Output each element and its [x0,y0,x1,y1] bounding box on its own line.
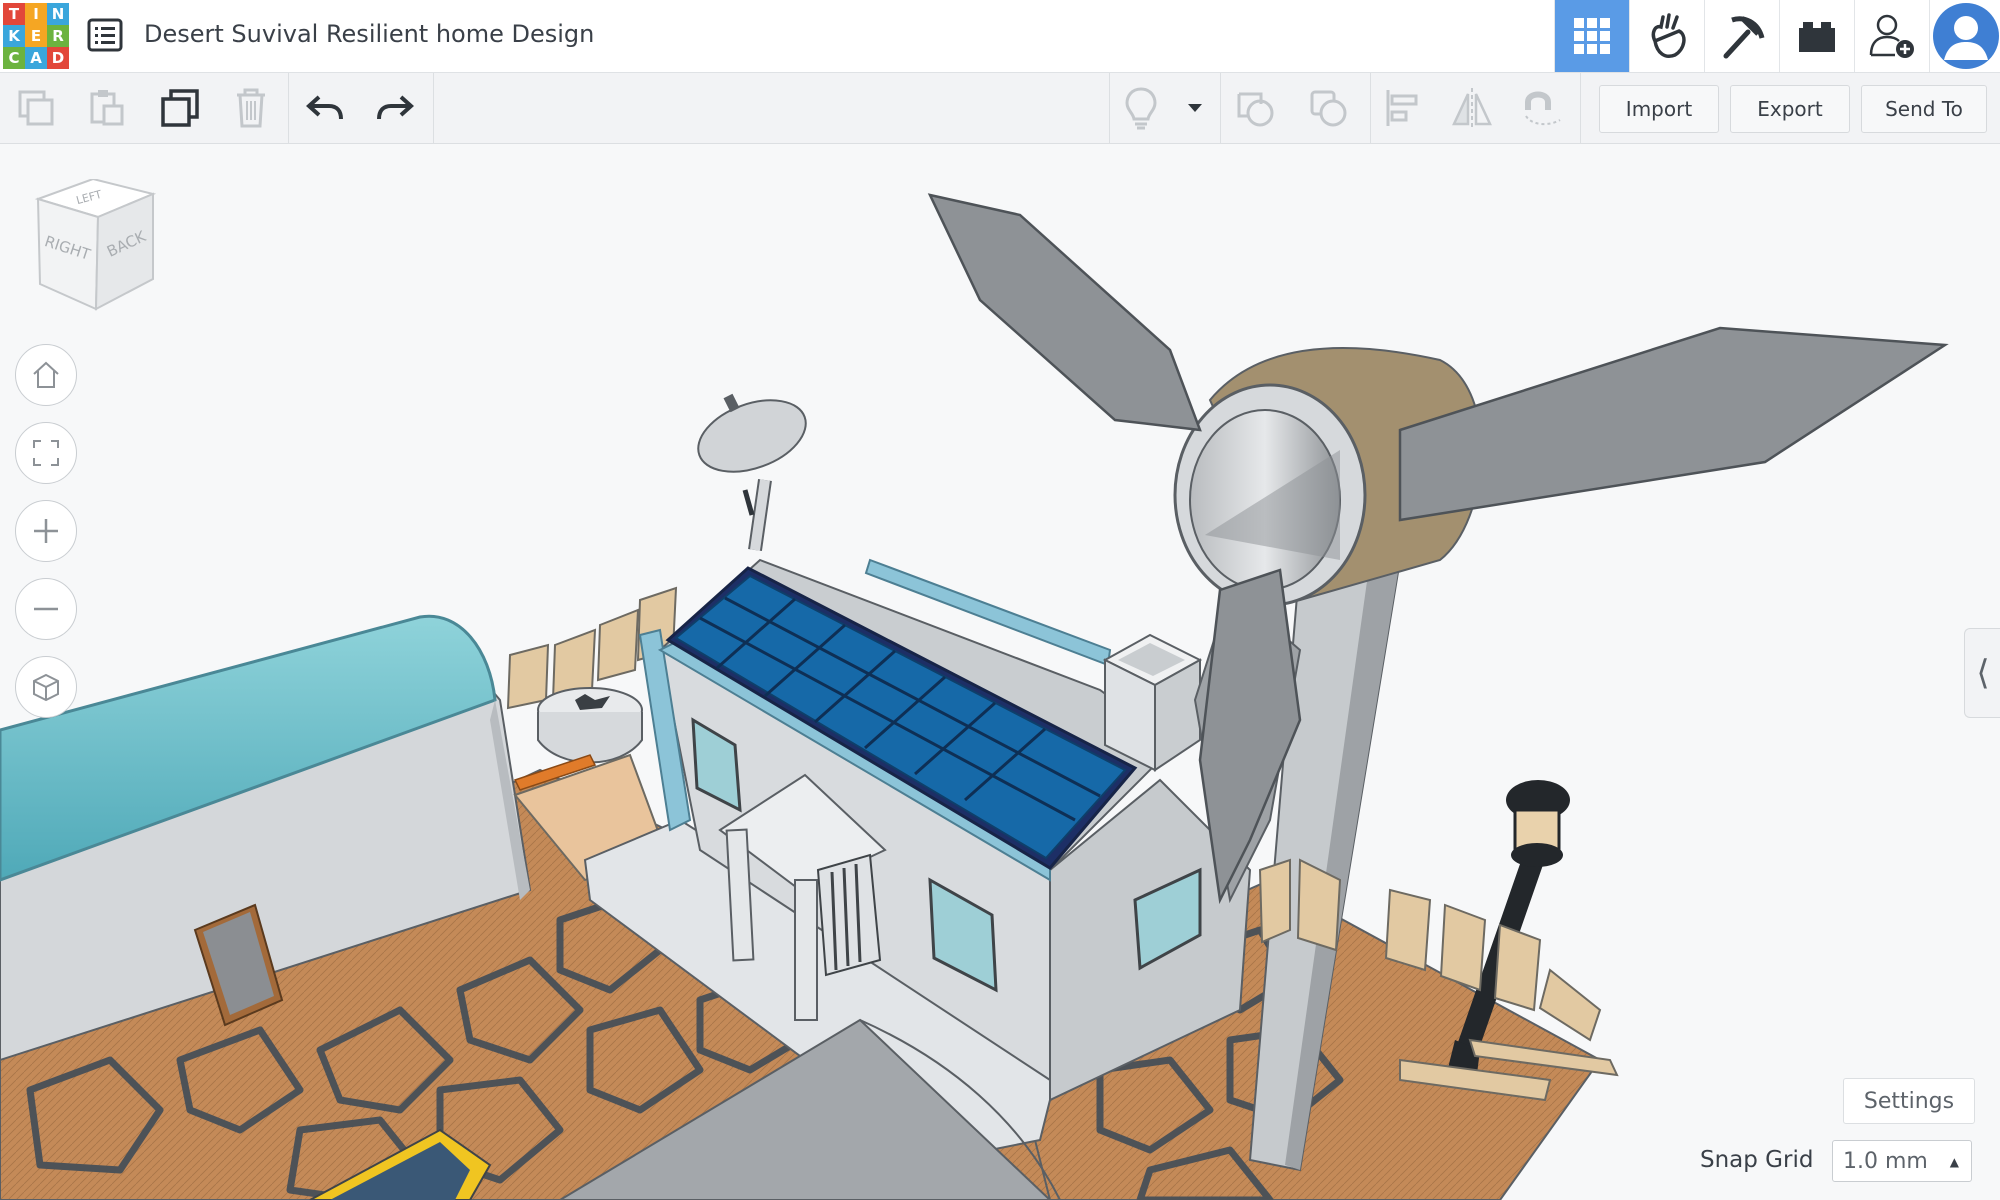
ungroup-icon [1310,90,1347,127]
satellite-dish[interactable] [688,387,815,551]
home-view-button[interactable] [15,344,77,406]
show-all-dropdown[interactable] [1170,83,1220,133]
zoom-in-button[interactable] [15,500,77,562]
avatar-icon [1932,3,1999,69]
mode-codeblocks-button[interactable] [1704,0,1779,72]
logo-letter: K [3,25,25,47]
copy-button[interactable] [10,83,62,133]
scene-3d[interactable] [0,144,2000,1200]
paste-button[interactable] [80,83,132,133]
mode-bricks-button[interactable] [1779,0,1854,72]
duplicate-icon [161,89,199,127]
snap-grid-value: 1.0 mm [1843,1148,1928,1174]
water-tank[interactable] [537,687,643,764]
undo-button[interactable] [299,83,351,133]
lightbulb-icon [1125,87,1157,130]
tinkercad-logo[interactable]: T I N K E R C A D [3,3,69,69]
settings-button[interactable]: Settings [1843,1078,1975,1124]
hand-icon [1651,13,1686,58]
logo-letter: C [3,47,25,69]
minus-icon [34,607,58,611]
logo-letter: E [25,25,47,47]
perspective-button[interactable] [15,656,77,718]
snap-grid-select[interactable]: 1.0 mm ▲ [1832,1140,1972,1182]
delete-button[interactable] [225,83,277,133]
design-list-button[interactable] [86,16,124,54]
chevron-left-icon: ⟨ [1976,653,1990,693]
pickaxe-icon [1723,16,1765,59]
workplane-canvas[interactable]: LEFT RIGHT BACK ⟨ [0,144,2000,1200]
group-button[interactable] [1229,83,1281,133]
top-bar: T I N K E R C A D Desert Suvival Resilie… [0,0,2000,73]
duplicate-button[interactable] [154,83,206,133]
cruise-button[interactable] [1516,83,1568,133]
redo-icon [377,95,414,120]
magnet-icon [1525,91,1561,126]
mode-3d-design-button[interactable] [1554,0,1629,72]
mode-circuits-button[interactable] [1629,0,1704,72]
design-title[interactable]: Desert Suvival Resilient home Design [144,20,594,48]
logo-letter: R [47,25,69,47]
send-to-button[interactable]: Send To [1861,85,1987,133]
logo-letter: N [47,3,69,25]
undo-icon [306,95,343,120]
import-button[interactable]: Import [1599,85,1719,133]
align-button[interactable] [1376,83,1428,133]
plus-icon [34,519,58,543]
zoom-out-button[interactable] [15,578,77,640]
mirror-icon [1452,88,1492,128]
logo-letter: A [25,47,47,69]
logo-letter: T [3,3,25,25]
brick-icon [1799,22,1835,52]
list-icon [87,18,123,52]
caret-up-icon: ▲ [1949,1155,1959,1169]
fit-icon [33,440,59,466]
fit-view-button[interactable] [15,422,77,484]
redo-button[interactable] [369,83,421,133]
logo-letter: D [47,47,69,69]
ungroup-button[interactable] [1302,83,1354,133]
view-cube[interactable]: LEFT RIGHT BACK [28,177,168,319]
home-icon [33,361,59,388]
caret-down-icon [1188,104,1202,112]
grid-icon [1574,18,1610,54]
shapes-panel-toggle[interactable]: ⟨ [1964,628,2000,718]
mirror-button[interactable] [1446,83,1498,133]
snap-grid-label: Snap Grid [1700,1147,1814,1173]
invite-user-button[interactable] [1854,0,1929,72]
logo-letter: I [25,3,47,25]
chimney[interactable] [1102,633,1203,772]
profile-avatar-button[interactable] [1929,0,2000,72]
trash-icon [237,88,265,128]
add-user-icon [1869,14,1914,58]
align-icon [1386,90,1418,126]
export-button[interactable]: Export [1730,85,1850,133]
edit-toolbar: Import Export Send To [0,73,2000,144]
copy-icon [18,90,54,126]
cube-icon [33,673,59,702]
show-all-button[interactable] [1115,83,1167,133]
paste-icon [90,90,124,126]
group-icon [1237,92,1274,127]
